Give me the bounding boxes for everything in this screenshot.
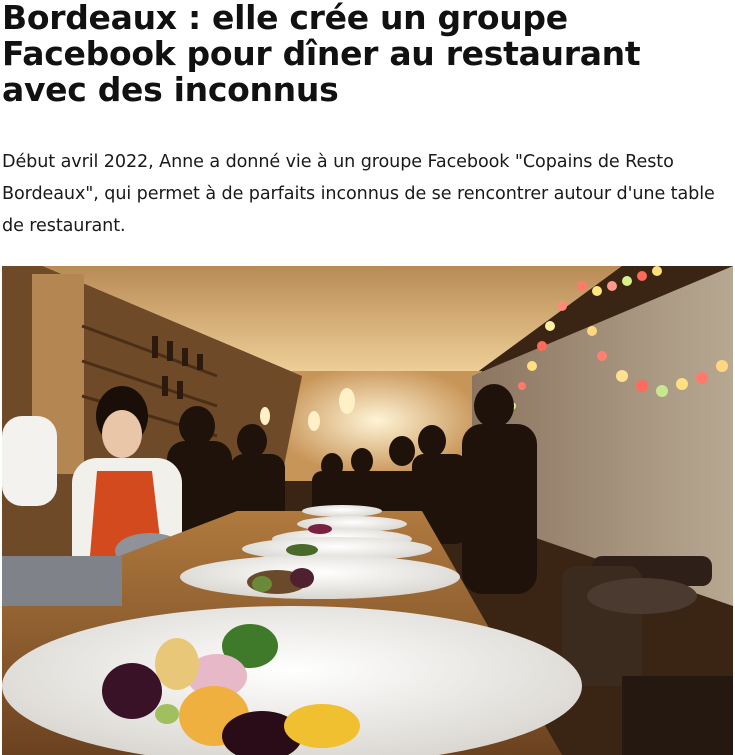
article-lead: Début avril 2022, Anne a donné vie à un … (2, 152, 715, 236)
article-headline: Bordeaux : elle crée un groupe Facebook … (2, 0, 641, 109)
article-photo (2, 266, 733, 755)
